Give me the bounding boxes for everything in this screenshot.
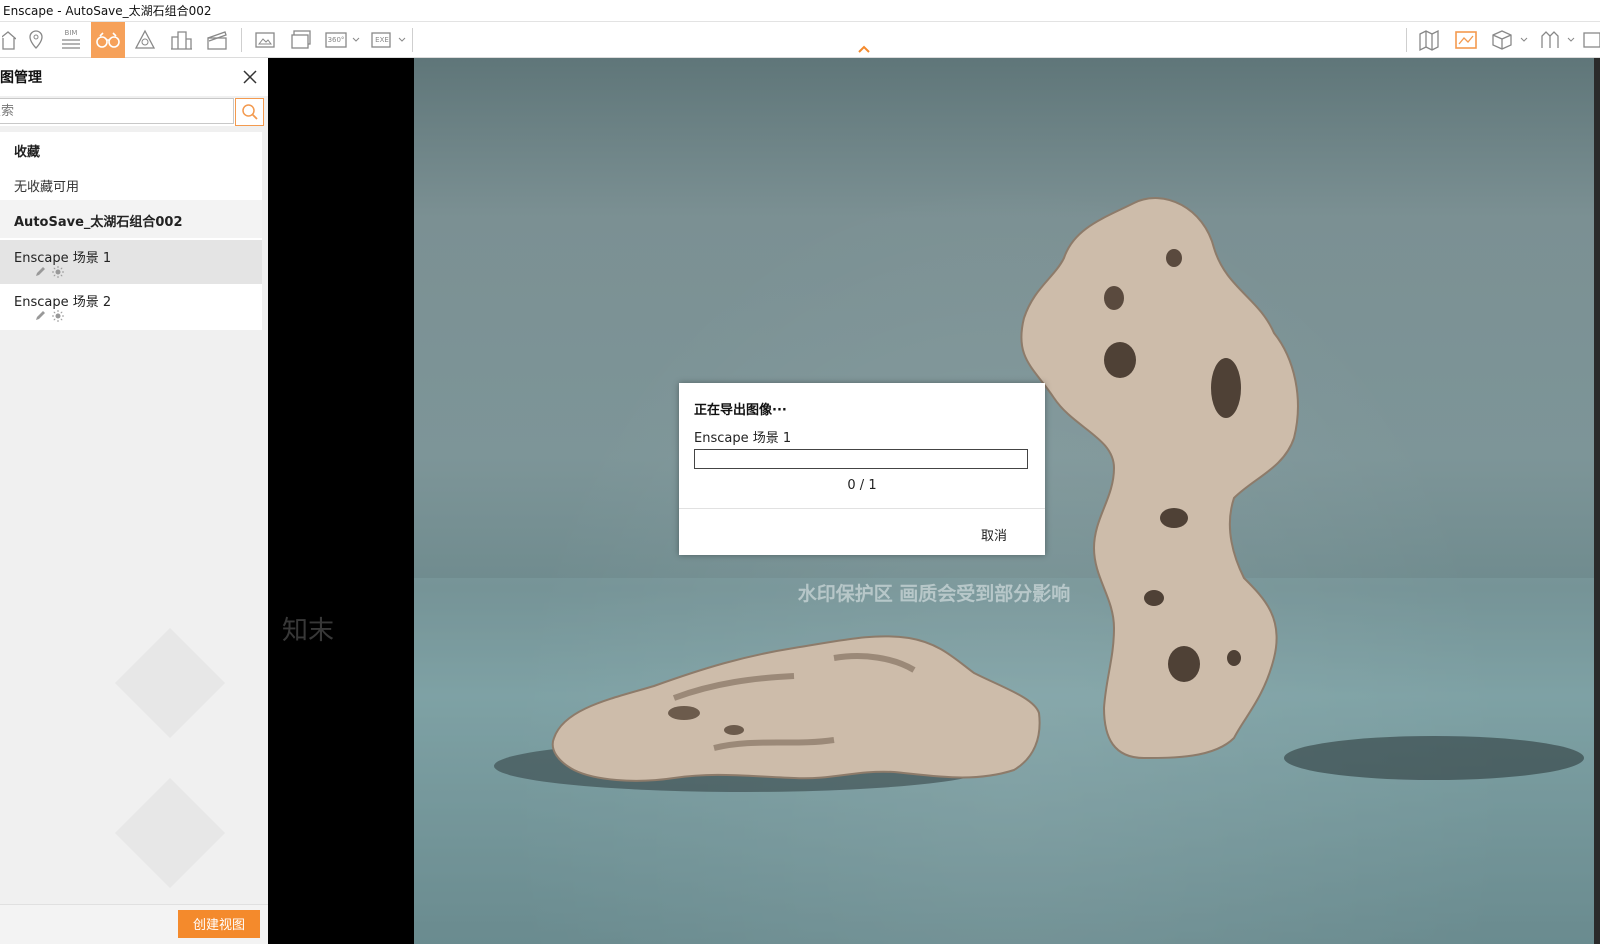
clapperboard-icon[interactable] — [202, 22, 232, 58]
view-item-label: Enscape 场景 2 — [14, 295, 112, 310]
bim-icon[interactable]: BIM — [56, 22, 86, 58]
chevron-down-icon[interactable] — [398, 36, 406, 44]
search-bar — [0, 98, 264, 126]
bim-label: BIM — [64, 29, 78, 37]
letterbox — [268, 58, 414, 944]
exe-export-icon[interactable]: EXE — [368, 22, 396, 58]
assets-icon[interactable] — [1536, 22, 1564, 58]
window-title-bar: Enscape - AutoSave_太湖石组合002 — [0, 0, 1600, 22]
chevron-down-icon[interactable] — [352, 36, 360, 44]
perspective-icon[interactable] — [130, 22, 160, 58]
dialog-scene-name: Enscape 场景 1 — [694, 431, 792, 446]
search-input[interactable] — [0, 98, 234, 124]
sun-icon[interactable] — [52, 310, 64, 322]
cancel-button[interactable]: 取消 — [981, 525, 1007, 544]
chevron-down-icon[interactable] — [1567, 36, 1575, 44]
export-progress-dialog: 正在导出图像··· Enscape 场景 1 0 / 1 取消 — [679, 383, 1045, 555]
pencil-icon[interactable] — [34, 266, 46, 278]
panorama-360-icon[interactable]: 360° — [322, 22, 350, 58]
panel-title: 视图管理 — [0, 70, 42, 86]
location-pin-icon[interactable] — [22, 22, 50, 58]
cube-icon[interactable] — [1488, 22, 1516, 58]
home-icon[interactable] — [0, 22, 18, 58]
create-view-button[interactable]: 创建视图 — [178, 910, 260, 938]
search-icon — [241, 104, 258, 120]
view-item-label: Enscape 场景 1 — [14, 251, 112, 266]
image-export-icon[interactable] — [250, 22, 280, 58]
favorites-empty-text: 无收藏可用 — [14, 180, 80, 195]
close-icon[interactable] — [240, 67, 260, 87]
viewport-edge — [1594, 58, 1600, 944]
collapse-toolbar-chevron-icon[interactable] — [857, 44, 871, 54]
settings-icon[interactable] — [1580, 22, 1600, 58]
favorites-title: 收藏 — [14, 145, 41, 160]
search-button[interactable] — [235, 98, 264, 126]
favorites-section: 收藏 无收藏可用 — [0, 132, 262, 200]
dialog-divider — [679, 508, 1045, 509]
view-management-panel: 视图管理 收藏 无收藏可用 AutoSave_太湖石组合002 Enscape … — [0, 58, 268, 944]
main-toolbar: BIM 360° EXE — [0, 22, 1600, 58]
view-item[interactable]: Enscape 场景 2 — [0, 284, 262, 328]
panel-header: 视图管理 — [0, 58, 268, 96]
binoculars-icon[interactable] — [91, 22, 125, 58]
render-view-icon[interactable] — [1452, 22, 1480, 58]
chevron-down-icon[interactable] — [1520, 36, 1528, 44]
batch-render-icon[interactable] — [286, 22, 316, 58]
progress-count: 0 / 1 — [847, 478, 877, 493]
sun-icon[interactable] — [52, 266, 64, 278]
dialog-title: 正在导出图像··· — [694, 403, 787, 418]
buildings-icon[interactable] — [166, 22, 196, 58]
view-item[interactable]: Enscape 场景 1 — [0, 240, 262, 284]
watermark-notice-text: 水印保护区 画质会受到部分影响 — [797, 583, 1071, 605]
window-title: Enscape - AutoSave_太湖石组合002 — [3, 4, 212, 18]
watermark-pattern — [115, 628, 225, 888]
project-title: AutoSave_太湖石组合002 — [14, 215, 183, 230]
exe-label: EXE — [375, 36, 389, 44]
watermark-brand-text: 知末 — [282, 616, 335, 646]
panorama-label: 360° — [327, 36, 345, 44]
watermark-notice: 水印保护区 画质会受到部分影响 — [268, 580, 1600, 608]
export-progress-bar — [694, 449, 1028, 469]
map-icon[interactable] — [1414, 22, 1444, 58]
pencil-icon[interactable] — [34, 310, 46, 322]
